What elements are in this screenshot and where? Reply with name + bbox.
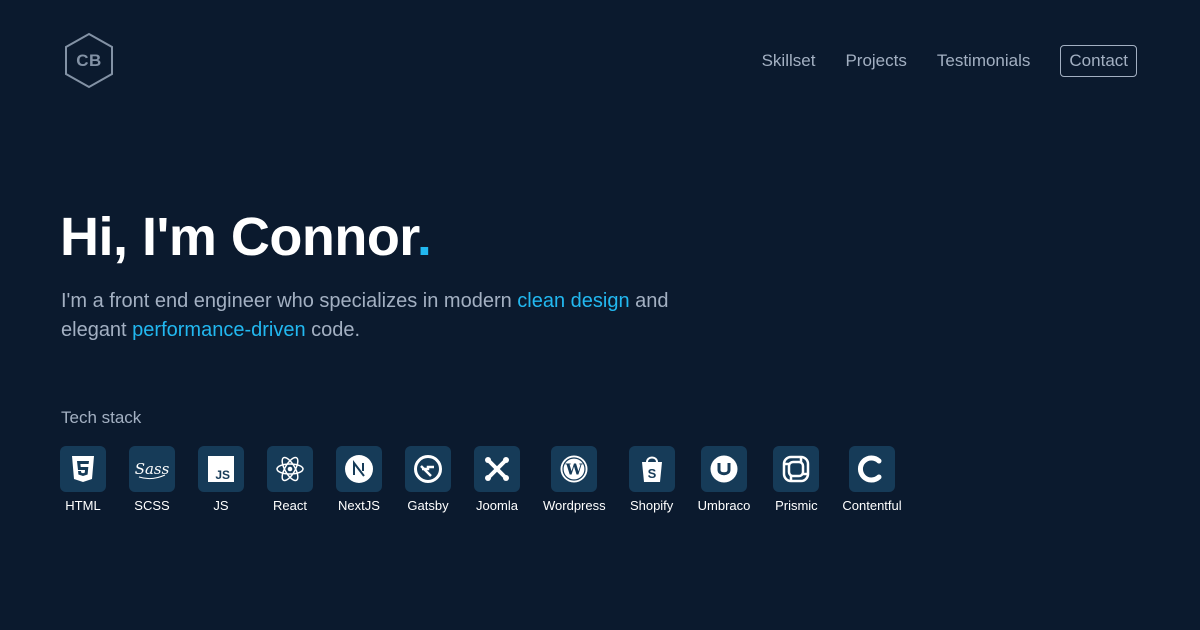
- tech-item-shopify: S Shopify: [628, 446, 675, 513]
- tech-name: React: [273, 498, 307, 513]
- subtitle-highlight-performance: performance-driven: [132, 319, 306, 341]
- tech-name: SCSS: [134, 498, 170, 513]
- tech-stack-list: HTML Sass SCSS JS JS React NextJS Gatsby…: [60, 446, 925, 513]
- umbraco-icon: [701, 446, 747, 492]
- tech-item-contentful: Contentful: [842, 446, 902, 513]
- hero-subtitle: I'm a front end engineer who specializes…: [61, 287, 701, 345]
- subtitle-part-3: code.: [305, 319, 361, 341]
- tech-name: Joomla: [476, 498, 518, 513]
- gatsby-icon: [405, 446, 451, 492]
- tech-item-prismic: Prismic: [773, 446, 820, 513]
- contentful-icon: [849, 446, 895, 492]
- tech-item-scss: Sass SCSS: [129, 446, 175, 513]
- tech-stack-label: Tech stack: [61, 408, 142, 427]
- title-text: Hi, I'm Connor: [60, 207, 417, 267]
- tech-item-html: HTML: [60, 446, 106, 513]
- wordpress-icon: W: [551, 446, 598, 492]
- tech-item-gatsby: Gatsby: [405, 446, 451, 513]
- shopify-icon: S: [628, 446, 675, 492]
- html5-icon: [60, 446, 106, 492]
- tech-item-js: JS JS: [198, 446, 244, 513]
- sass-icon: Sass: [129, 446, 175, 492]
- logo-text: CB: [76, 51, 102, 70]
- tech-name: Shopify: [629, 498, 674, 513]
- tech-name: JS: [213, 498, 229, 513]
- main-nav: Skillset Projects Testimonials Contact: [732, 45, 1137, 77]
- tech-item-wordpress: W Wordpress: [543, 446, 606, 513]
- nav-link-skillset[interactable]: Skillset: [762, 51, 816, 71]
- svg-text:JS: JS: [215, 468, 230, 482]
- react-icon: [267, 446, 313, 492]
- tech-name: Wordpress: [543, 498, 606, 513]
- prismic-icon: [773, 446, 820, 492]
- tech-item-react: React: [267, 446, 313, 513]
- tech-item-joomla: Joomla: [474, 446, 520, 513]
- logo[interactable]: CB: [63, 32, 115, 89]
- subtitle-part-1: I'm a front end engineer who specializes…: [61, 290, 518, 312]
- tech-name: Umbraco: [697, 498, 751, 513]
- title-dot: .: [416, 207, 432, 267]
- subtitle-highlight-clean-design: clean design: [517, 290, 630, 312]
- svg-text:W: W: [565, 461, 584, 479]
- tech-name: Gatsby: [407, 498, 449, 513]
- nextjs-icon: [336, 446, 382, 492]
- svg-text:S: S: [647, 466, 656, 481]
- nav-link-testimonials[interactable]: Testimonials: [937, 51, 1031, 71]
- nav-link-projects[interactable]: Projects: [845, 51, 906, 71]
- tech-name: HTML: [65, 498, 101, 513]
- tech-name: NextJS: [338, 498, 380, 513]
- tech-name: Contentful: [842, 498, 902, 513]
- page-title: Hi, I'm Connor.: [60, 206, 432, 268]
- tech-item-nextjs: NextJS: [336, 446, 382, 513]
- javascript-icon: JS: [198, 446, 244, 492]
- joomla-icon: [474, 446, 520, 492]
- tech-name: Prismic: [775, 498, 818, 513]
- contact-button[interactable]: Contact: [1060, 45, 1137, 77]
- tech-item-umbraco: Umbraco: [697, 446, 751, 513]
